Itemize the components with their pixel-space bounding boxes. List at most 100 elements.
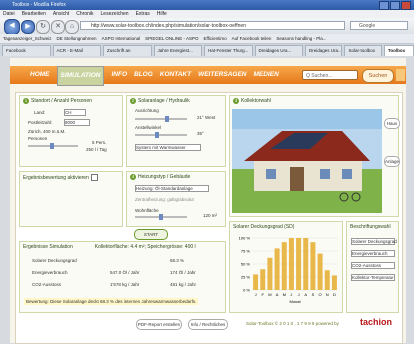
- url-input[interactable]: http://www.solar-toolbox.ch/index.php/si…: [80, 21, 345, 30]
- plz-input[interactable]: 8000: [64, 119, 90, 126]
- close-button[interactable]: [401, 1, 411, 10]
- neigung-value: 35°: [197, 131, 204, 136]
- nav-medien[interactable]: MEDIEN: [253, 66, 278, 86]
- browser-tab-active[interactable]: Toolbox: [383, 45, 414, 56]
- home-icon[interactable]: ⌂: [65, 20, 79, 34]
- bookmark-item[interactable]: DE Stellungnahmen: [57, 34, 97, 43]
- site-search-input[interactable]: Q Suchen...: [302, 70, 358, 80]
- site-navigation: HOME SIMULATION INFO BLOG KONTAKT WEITER…: [10, 66, 406, 86]
- reload-icon[interactable]: ↻: [36, 20, 50, 34]
- legend-option[interactable]: Solarer Deckungsgrad: [351, 238, 397, 245]
- results-title: Ergebnisse Simulation: [23, 244, 73, 250]
- minimize-button[interactable]: [379, 1, 389, 10]
- side-icon[interactable]: [396, 69, 405, 81]
- menu-edit[interactable]: Bearbeiten: [22, 10, 46, 18]
- stop-icon[interactable]: ✕: [51, 20, 65, 34]
- ausrichtung-value: 21° West: [197, 115, 216, 120]
- nav-simulation[interactable]: SIMULATION: [56, 66, 105, 86]
- menu-tools[interactable]: Extras: [136, 10, 150, 18]
- browser-tab[interactable]: Dreidages Ura...: [254, 45, 303, 56]
- chart-bar: [260, 269, 266, 290]
- bookmark-item[interactable]: ASPO International: [102, 34, 141, 43]
- chart-bar: [317, 253, 323, 290]
- web-page: HOME SIMULATION INFO BLOG KONTAKT WEITER…: [10, 58, 406, 344]
- bookmark-item[interactable]: Auf Facebook teilen: [232, 34, 272, 43]
- bookmark-item[interactable]: Tagesanzeiger_Schweiz: [3, 34, 52, 43]
- system-select[interactable]: System mit Warmwasser: [135, 144, 201, 151]
- heizung-hint: Zentralheizung: gültig/absolut: [135, 197, 194, 202]
- chart-bar: [303, 238, 309, 290]
- chart-bar: [267, 257, 273, 290]
- browser-tab[interactable]: Zuschrift an: [103, 45, 152, 56]
- x-tick-label: M: [283, 292, 286, 297]
- browser-tab[interactable]: Hat-Fenster Thurg...: [204, 45, 253, 56]
- menu-file[interactable]: Datei: [3, 10, 15, 18]
- house-illustration: [232, 109, 382, 213]
- browser-tab[interactable]: ACR - E-Mail: [52, 45, 101, 56]
- step-3-icon: 3: [233, 98, 239, 104]
- chart-bar: [288, 238, 294, 290]
- pdf-report-button[interactable]: PDF-Report erstellen: [136, 319, 182, 330]
- panel-kollektorwahl: 3 Kollektorwahl Haus Anlage: [229, 95, 400, 217]
- menu-view[interactable]: Ansicht: [53, 10, 69, 18]
- maximize-button[interactable]: [390, 1, 400, 10]
- x-axis-label: Monat: [289, 299, 301, 304]
- nav-info[interactable]: INFO: [111, 66, 127, 86]
- bookmarks-bar: Tagesanzeiger_Schweiz DE Stellungnahmen …: [0, 34, 414, 44]
- browser-tab[interactable]: Facebook: [2, 45, 51, 56]
- wohnflaeche-value: 120 m²: [203, 213, 218, 218]
- land-select[interactable]: CH: [64, 109, 86, 116]
- heizung-select[interactable]: Heizung: Öl-Standardanlage: [135, 185, 209, 192]
- x-tick-label: F: [262, 292, 265, 297]
- result-value-1: 1'578 kg / Jahr: [110, 282, 140, 287]
- info-button[interactable]: Info / Rechtliches: [188, 319, 228, 330]
- browser-search-input[interactable]: Google: [350, 21, 408, 30]
- menu-help[interactable]: Hilfe: [157, 10, 167, 18]
- window-controls: [379, 1, 411, 10]
- forward-icon[interactable]: ▶: [21, 20, 35, 34]
- x-tick-label: J: [298, 292, 300, 297]
- x-tick-label: S: [312, 292, 315, 297]
- bookmark-item[interactable]: SPIEGEL ONLINE - ASPO: [145, 34, 198, 43]
- panel-title: Heizungstyp / Gebäude: [138, 174, 191, 180]
- nav-blog[interactable]: BLOG: [134, 66, 153, 86]
- neigung-slider[interactable]: [135, 132, 187, 138]
- neigung-label: Anstellwinkel: [135, 125, 162, 130]
- ausrichtung-slider[interactable]: [135, 116, 187, 122]
- plz-label: Postleitzahl:: [28, 120, 53, 125]
- legend-option[interactable]: Kollektor-Temperatur: [351, 274, 395, 281]
- menu-history[interactable]: Chronik: [76, 10, 93, 18]
- start-label: START: [143, 232, 159, 237]
- y-tick-label: 0 %: [243, 288, 250, 293]
- y-tick-label: 100 %: [239, 236, 251, 241]
- x-tick-label: N: [326, 292, 329, 297]
- result-value-2: 481 kg / Jahr: [170, 282, 197, 287]
- personen-slider[interactable]: [28, 143, 78, 149]
- legend-option[interactable]: CO2-Ausstoss: [351, 262, 395, 269]
- panel-title: Ergebnisbewertung aktivieren: [23, 174, 89, 181]
- nav-weitersagen[interactable]: WEITERSAGEN: [198, 66, 246, 86]
- nav-home[interactable]: HOME: [30, 66, 50, 86]
- results-flaeche: Kollektorfläche: 4.4 m²; Speichergrösse:…: [94, 244, 196, 250]
- site-search-button[interactable]: Suchen: [362, 69, 394, 83]
- legend-option[interactable]: Energieverbrauch: [351, 250, 395, 257]
- aktivieren-checkbox[interactable]: [90, 174, 98, 181]
- bookmark-item[interactable]: Seasons handling - Pla...: [276, 34, 326, 43]
- tab-anlage[interactable]: Anlage: [384, 156, 400, 167]
- menu-bookmarks[interactable]: Lesezeichen: [101, 10, 129, 18]
- x-tick-label: M: [268, 292, 271, 297]
- browser-tab[interactable]: Jahre Energiest...: [153, 45, 202, 56]
- legend-title: Beschriftungswahl: [350, 224, 391, 230]
- back-icon[interactable]: ◀: [4, 19, 20, 35]
- nav-kontakt[interactable]: KONTAKT: [160, 66, 191, 86]
- panel-title: Standort / Anzahl Personen: [31, 98, 92, 104]
- tab-haus[interactable]: Haus: [384, 118, 400, 129]
- browser-tab[interactable]: Solar-toolbox: [344, 45, 382, 56]
- wohnflaeche-slider[interactable]: [135, 214, 187, 220]
- step-4-icon: 4: [130, 174, 136, 180]
- browser-tab[interactable]: Dreidages Ura...: [305, 45, 343, 56]
- start-button[interactable]: START: [134, 229, 168, 240]
- chart-bar: [310, 242, 316, 290]
- x-tick-label: A: [276, 292, 279, 297]
- bookmark-item[interactable]: Efficientimo: [203, 34, 226, 43]
